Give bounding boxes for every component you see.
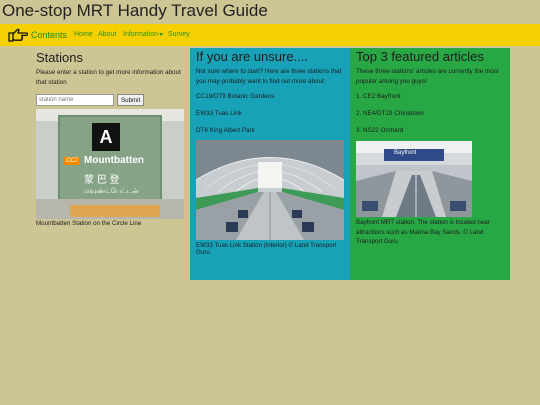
featured-article-link[interactable]: 1. CE2 Bayfront <box>356 92 504 102</box>
tuas-link-station-image <box>195 140 345 240</box>
stations-intro: Please enter a station to get more infor… <box>36 69 181 86</box>
tuas-link-caption: EW33 Tuas Link Station (interior) © Land… <box>196 242 337 256</box>
featured-article-link[interactable]: 3. NS22 Orchard <box>356 126 504 136</box>
station-sign-name: Mountbatten <box>84 155 144 166</box>
mountbatten-caption: Mountbatten Station on the Circle Line <box>36 220 142 227</box>
nav-information-label: Information <box>123 31 159 38</box>
featured-article-link[interactable]: 2. NE4/DT19 Chinatown <box>356 109 504 119</box>
station-search-form: Submit <box>36 94 188 106</box>
suggested-station-link[interactable]: CC19/DT9 Botanic Gardens <box>196 92 344 102</box>
nav-survey[interactable]: Survey <box>168 31 190 38</box>
stations-heading: Stations <box>36 50 83 65</box>
featured-section: Top 3 featured articles These three stat… <box>350 48 510 280</box>
station-sign-chinese: 蒙 巴 登 <box>84 175 120 186</box>
pointing-hand-icon <box>8 28 28 42</box>
nav-about[interactable]: About <box>98 31 116 38</box>
unsure-intro: Not sure where to start? Here are three … <box>196 68 342 85</box>
suggested-station-link[interactable]: EW33 Tuas Link <box>196 109 344 119</box>
bayfront-caption: Bayfront MRT station. The station is loc… <box>356 219 490 245</box>
station-search-input[interactable] <box>36 94 114 106</box>
brand-label: Contents <box>31 30 68 40</box>
station-code-badge: CC7 <box>64 157 81 165</box>
stations-section: Stations Please enter a station to get m… <box>36 48 188 227</box>
featured-intro: These three stations' articles are curre… <box>356 68 499 85</box>
suggested-station-link[interactable]: DT6 King Albert Park <box>196 126 344 136</box>
station-letter-badge: A <box>92 123 120 151</box>
site-title: One-stop MRT Handy Travel Guide <box>2 1 268 20</box>
bayfront-station-image: Bayfront <box>356 141 472 217</box>
caret-down-icon <box>159 32 164 36</box>
navbar: Contents Home About Information Survey <box>0 24 540 46</box>
nav-home[interactable]: Home <box>74 31 93 38</box>
mountbatten-station-image: A CC7 Mountbatten 蒙 巴 登 மவுண்ட்பேட்டன் <box>36 109 184 219</box>
submit-button[interactable]: Submit <box>117 94 145 106</box>
station-sign-tamil: மவுண்ட்பேட்டன் <box>84 188 139 195</box>
featured-heading: Top 3 featured articles <box>356 49 484 64</box>
unsure-section: If you are unsure.... Not sure where to … <box>190 48 350 280</box>
nav-information[interactable]: Information <box>123 31 164 38</box>
brand-link[interactable]: Contents <box>8 27 67 43</box>
unsure-heading: If you are unsure.... <box>196 49 309 64</box>
bayfront-sign-text: Bayfront <box>394 150 417 156</box>
